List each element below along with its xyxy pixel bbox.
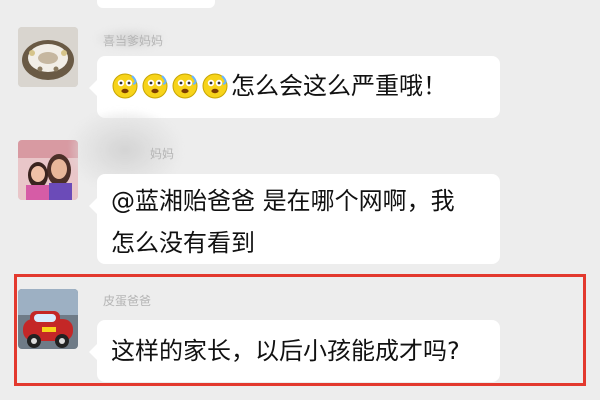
- sweat-face-icon: [171, 72, 199, 100]
- avatar-mother-daughter[interactable]: [18, 140, 78, 200]
- sender-name: 喜当爹妈妈: [103, 34, 164, 48]
- message-text: 怎么会这么严重哦！: [231, 72, 447, 100]
- sweat-face-icon: [141, 72, 169, 100]
- avatar-cars-lightning-mcqueen[interactable]: [18, 289, 78, 349]
- message-text: 这样的家长，以后小孩能成才吗?: [111, 337, 460, 365]
- message-bubble[interactable]: 这样的家长，以后小孩能成才吗?: [89, 320, 500, 382]
- sender-name: 皮蛋爸爸: [103, 294, 152, 308]
- avatar-cake[interactable]: [18, 27, 78, 87]
- sweat-face-icon: [201, 72, 229, 100]
- message-text-line-1: @蓝湘贻爸爸 是在哪个网啊，我: [111, 187, 455, 215]
- message-text-line-2: 怎么没有看到: [111, 229, 255, 257]
- previous-message-bubble: [97, 0, 215, 8]
- sender-name: 妈妈: [150, 147, 175, 161]
- message-bubble[interactable]: @蓝湘贻爸爸 是在哪个网啊，我 怎么没有看到: [89, 174, 500, 264]
- sweat-face-icon: [111, 72, 139, 100]
- message-bubble[interactable]: 怎么会这么严重哦！: [89, 56, 500, 118]
